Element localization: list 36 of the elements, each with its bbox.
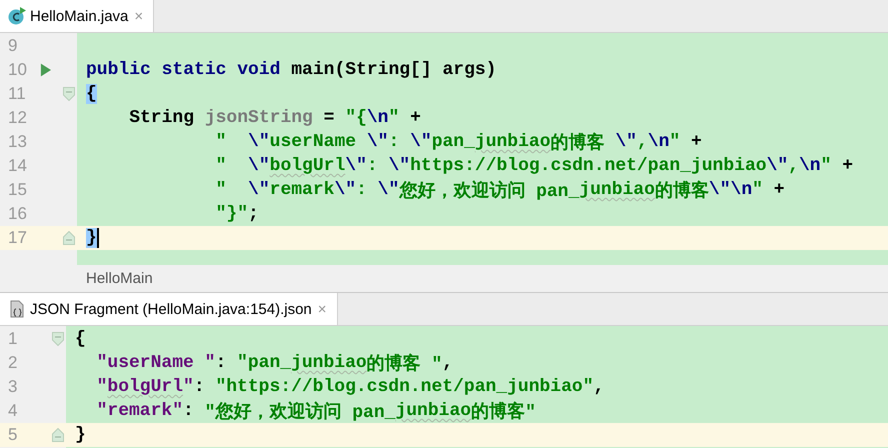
json-file-icon xyxy=(8,300,26,318)
code-line: public static void main(String[] args) xyxy=(85,59,496,82)
code-line: " \"userName \": \"pan_junbiao的博客 \",\n" + xyxy=(214,131,702,154)
class-file-icon xyxy=(8,7,26,25)
code-line: String jsonString = "{\n" + xyxy=(128,107,421,130)
code-line: " \"remark\": \"您好，欢迎访问 pan_junbiao的博客\"\n" + xyxy=(214,179,785,202)
line-number: 13 xyxy=(8,132,27,152)
code-line: " \"bolgUrl\": \"https://blog.csdn.net/pan_junbiao\",\n" + xyxy=(214,155,854,178)
line-number: 16 xyxy=(8,204,27,224)
tab-label: HelloMain.java xyxy=(30,8,128,24)
fold-icon[interactable] xyxy=(63,231,75,245)
code-line: "}"; xyxy=(214,203,259,226)
code-line: } xyxy=(74,424,86,447)
line-number: 9 xyxy=(8,36,18,56)
code-line: { xyxy=(74,328,86,351)
line-number: 17 xyxy=(8,228,27,248)
breadcrumb[interactable]: HelloMain xyxy=(86,270,153,287)
line-number: 10 xyxy=(8,60,27,80)
file-tab[interactable]: HelloMain.java × xyxy=(0,0,154,32)
tab-label: JSON Fragment (HelloMain.java:154).json xyxy=(30,300,312,318)
line-number: 2 xyxy=(8,353,18,373)
fold-icon[interactable] xyxy=(52,428,64,442)
line-number: 11 xyxy=(8,84,26,104)
line-number: 1 xyxy=(8,329,18,349)
line-number: 4 xyxy=(8,401,18,421)
line-number: 12 xyxy=(8,108,27,128)
code-line: "remark": "您好，欢迎访问 pan_junbiao的博客" xyxy=(96,400,536,423)
line-number: 5 xyxy=(8,425,18,445)
code-line: "userName ": "pan_junbiao的博客 ", xyxy=(96,352,454,375)
fold-icon[interactable] xyxy=(52,332,64,346)
line-number: 14 xyxy=(8,156,27,176)
run-icon[interactable] xyxy=(40,63,51,77)
file-tab[interactable]: JSON Fragment (HelloMain.java:154).json × xyxy=(0,293,338,325)
line-number: 15 xyxy=(8,180,27,200)
line-number: 3 xyxy=(8,377,18,397)
code-line: "bolgUrl": "https://blog.csdn.net/pan_junbiao", xyxy=(96,376,604,399)
